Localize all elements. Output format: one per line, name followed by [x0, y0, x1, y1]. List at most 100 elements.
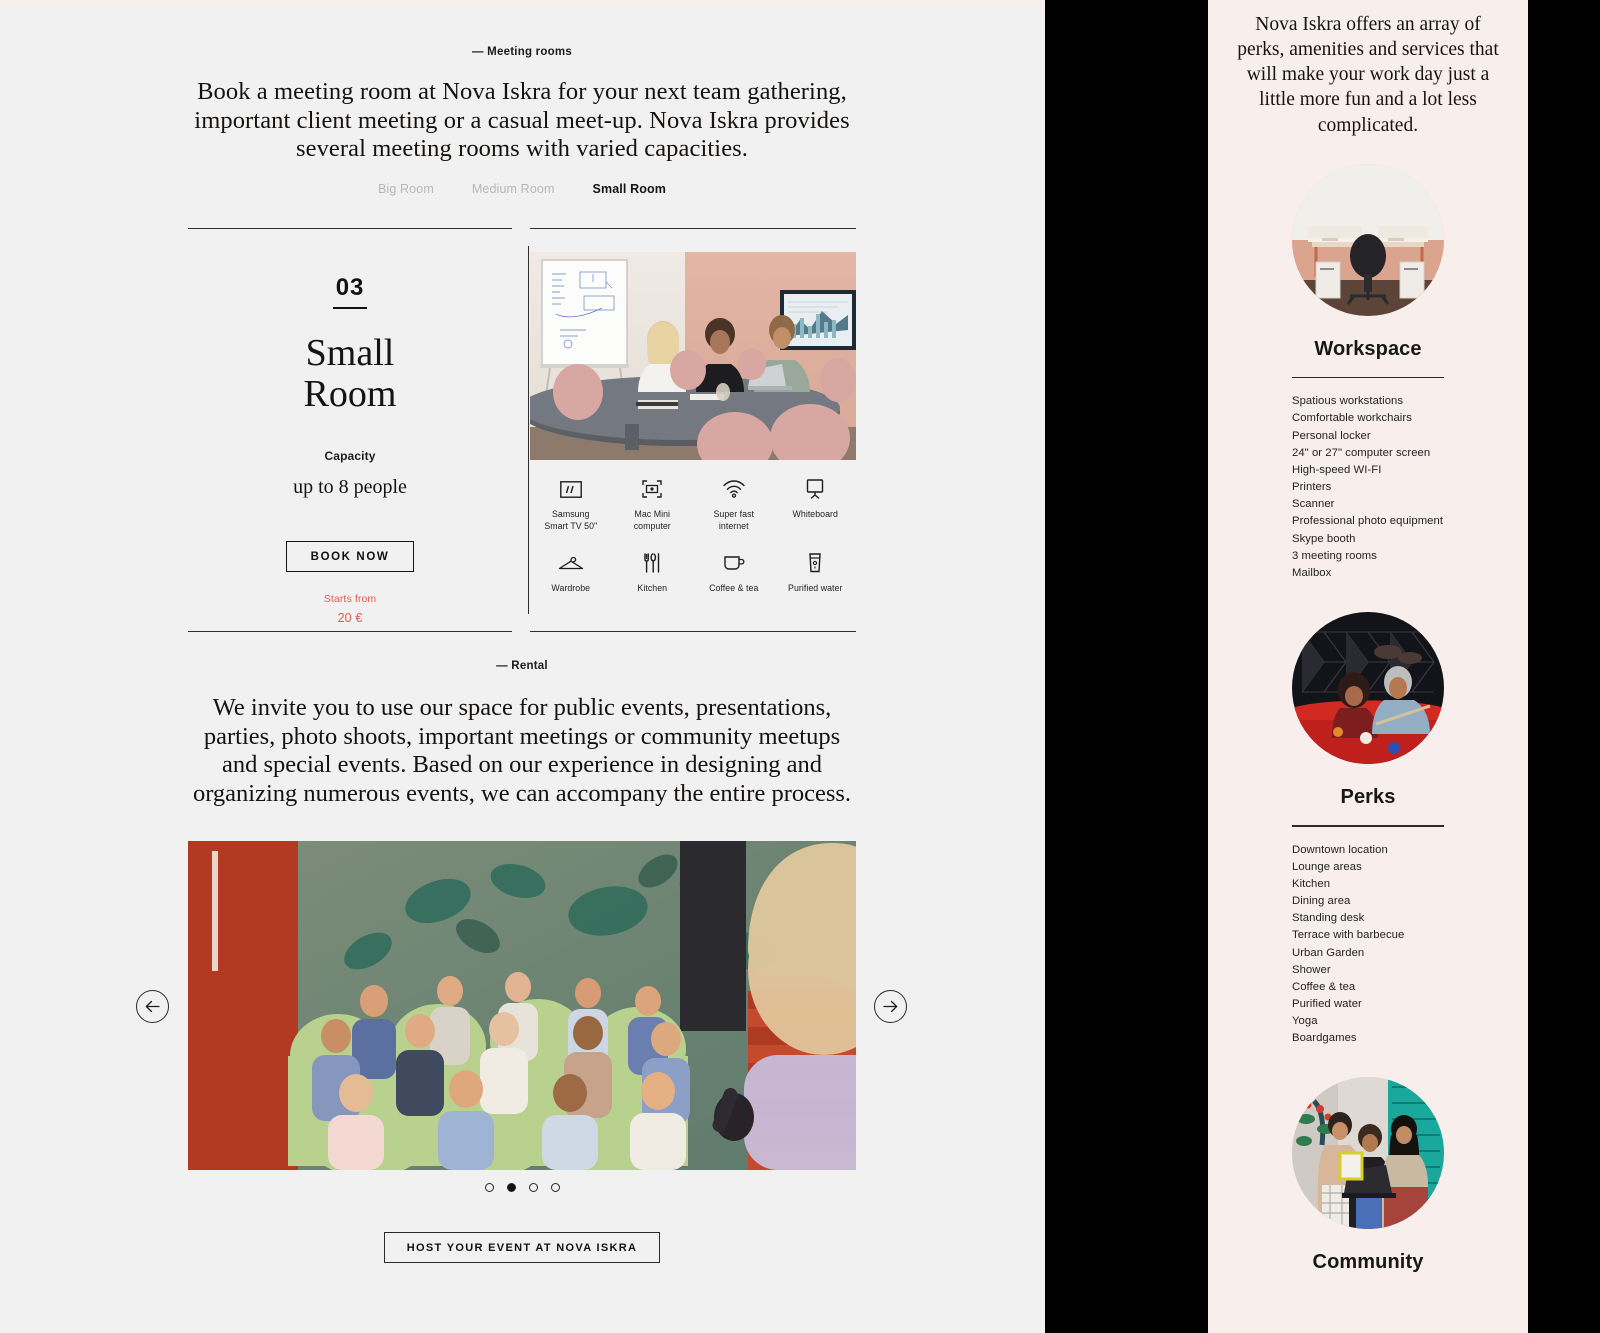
- carousel-dot[interactable]: [484, 1183, 494, 1192]
- coffee-cup-icon: [693, 550, 775, 576]
- wifi-icon: [693, 476, 775, 502]
- carousel-dots[interactable]: [188, 1183, 856, 1192]
- list-item: Standing desk: [1292, 912, 1365, 925]
- room-detail-panel: 03 Small Room Capacity up to 8 people BO…: [188, 228, 856, 632]
- amenities-grid: Samsung Smart TV 50" Mac Mini computer Sup…: [530, 476, 856, 595]
- list-item: Terrace with barbecue: [1292, 929, 1405, 942]
- room-media-column: Samsung Smart TV 50" Mac Mini computer Sup…: [530, 252, 856, 595]
- sidebar-heading-workspace: Workspace: [1314, 337, 1422, 360]
- list-item: Urban Garden: [1292, 946, 1365, 959]
- amenity-item: Purified water: [775, 550, 857, 595]
- room-number-underline: [333, 307, 367, 309]
- arrow-left-icon: [145, 1000, 160, 1013]
- amenity-item: Mac Mini computer: [612, 476, 694, 532]
- carousel-prev-button[interactable]: [136, 990, 169, 1023]
- list-item: Scanner: [1292, 498, 1335, 511]
- sidebar-rule: [1292, 825, 1444, 827]
- sidebar-heading-community: Community: [1312, 1251, 1424, 1274]
- perks-side-panel: Nova Iskra offers an array of perks, ame…: [1208, 0, 1528, 1333]
- carousel-dot[interactable]: [528, 1183, 538, 1192]
- sidebar-list-workspace: Spatious workstations Comfortable workch…: [1292, 393, 1444, 582]
- capacity-value: up to 8 people: [293, 476, 407, 499]
- list-item: High-speed WI-FI: [1292, 463, 1382, 476]
- event-photo-carousel[interactable]: [188, 841, 856, 1170]
- sidebar-section-community: Community: [1208, 1077, 1528, 1274]
- room-title-line2: Room: [303, 372, 397, 415]
- amenity-label: Coffee & tea: [709, 583, 759, 594]
- host-event-cta-wrap: HOST YOUR EVENT AT NOVA ISKRA: [188, 1232, 856, 1263]
- room-title-line1: Small: [305, 332, 395, 374]
- room-title: Small Room: [188, 333, 512, 414]
- workspace-photo: [1292, 163, 1444, 316]
- list-item: Purified water: [1292, 998, 1362, 1011]
- list-item: 3 meeting rooms: [1292, 549, 1377, 562]
- starts-from-label: Starts from: [323, 593, 377, 606]
- rental-paragraph: We invite you to use our space for publi…: [192, 694, 852, 807]
- list-item: 24" or 27" computer screen: [1292, 446, 1431, 459]
- amenity-label: Wardrobe: [551, 583, 591, 594]
- amenity-item: Coffee & tea: [693, 550, 775, 595]
- amenity-label: Whiteboard: [792, 509, 838, 519]
- main-content-column: — Meeting rooms Book a meeting room at N…: [0, 0, 1045, 1333]
- amenity-label: Samsung Smart TV 50": [544, 509, 598, 531]
- tab-medium-room[interactable]: Medium Room: [472, 182, 555, 196]
- book-now-button[interactable]: BOOK NOW: [285, 541, 415, 573]
- divider-vertical: [528, 246, 529, 614]
- list-item: Personal locker: [1292, 429, 1371, 442]
- list-item: Kitchen: [1292, 877, 1331, 890]
- list-item: Coffee & tea: [1292, 980, 1356, 993]
- tv-icon: [530, 476, 612, 502]
- rental-eyebrow: — Rental: [496, 660, 548, 672]
- amenity-label: Purified water: [788, 583, 843, 594]
- sidebar-list-perks: Downtown location Lounge areas Kitchen D…: [1292, 842, 1444, 1048]
- mac-mini-icon: [612, 476, 694, 502]
- list-item: Printers: [1292, 481, 1332, 494]
- meeting-rooms-eyebrow: — Meeting rooms: [472, 46, 572, 58]
- whiteboard-icon: [775, 476, 857, 502]
- amenity-item: Samsung Smart TV 50": [530, 476, 612, 532]
- perks-photo: [1292, 612, 1444, 765]
- amenity-item: Kitchen: [612, 550, 694, 595]
- rental-section: — Rental We invite you to use our space …: [188, 660, 856, 809]
- amenity-label: Kitchen: [637, 583, 668, 594]
- list-item: Comfortable workchairs: [1292, 412, 1412, 425]
- list-item: Skype booth: [1292, 532, 1356, 545]
- arrow-right-icon: [883, 1000, 898, 1013]
- meeting-room-photo: [530, 252, 856, 460]
- amenity-label: Super fast internet: [713, 509, 755, 531]
- room-type-tabs[interactable]: Big Room Medium Room Small Room: [188, 182, 856, 196]
- tab-small-room[interactable]: Small Room: [593, 182, 667, 196]
- list-item: Spatious workstations: [1292, 395, 1404, 408]
- community-photo: [1292, 1077, 1444, 1230]
- sidebar-section-perks: Perks Downtown location Lounge areas Kit…: [1208, 612, 1528, 1047]
- amenity-label: Mac Mini computer: [633, 509, 671, 531]
- room-number: 03: [335, 274, 365, 301]
- divider-bottom-left: [188, 631, 512, 632]
- tab-big-room[interactable]: Big Room: [378, 182, 434, 196]
- amenity-item: Super fast internet: [693, 476, 775, 532]
- water-glass-icon: [775, 550, 857, 576]
- list-item: Lounge areas: [1292, 860, 1362, 873]
- list-item: Professional photo equipment: [1292, 515, 1444, 528]
- divider-top-right: [530, 228, 856, 229]
- list-item: Yoga: [1292, 1015, 1318, 1028]
- host-event-button[interactable]: HOST YOUR EVENT AT NOVA ISKRA: [383, 1232, 661, 1263]
- list-item: Dining area: [1292, 895, 1351, 908]
- list-item: Boardgames: [1292, 1032, 1357, 1045]
- carousel-next-button[interactable]: [874, 990, 907, 1023]
- divider-bottom-right: [530, 631, 856, 632]
- list-item: Shower: [1292, 963, 1331, 976]
- top-accent-strip: [0, 0, 1045, 7]
- carousel-dot-active[interactable]: [506, 1183, 516, 1192]
- room-info-column: 03 Small Room Capacity up to 8 people BO…: [188, 228, 512, 631]
- sidebar-heading-perks: Perks: [1340, 786, 1396, 809]
- list-item: Downtown location: [1292, 843, 1388, 856]
- hanger-icon: [530, 550, 612, 576]
- amenity-item: Whiteboard: [775, 476, 857, 532]
- capacity-label: Capacity: [324, 449, 376, 464]
- cutlery-icon: [612, 550, 694, 576]
- sidebar-section-workspace: Workspace Spatious workstations Comforta…: [1208, 163, 1528, 582]
- sidebar-rule: [1292, 376, 1444, 379]
- carousel-dot[interactable]: [550, 1183, 560, 1192]
- meeting-rooms-intro-paragraph: Book a meeting room at Nova Iskra for yo…: [194, 78, 850, 163]
